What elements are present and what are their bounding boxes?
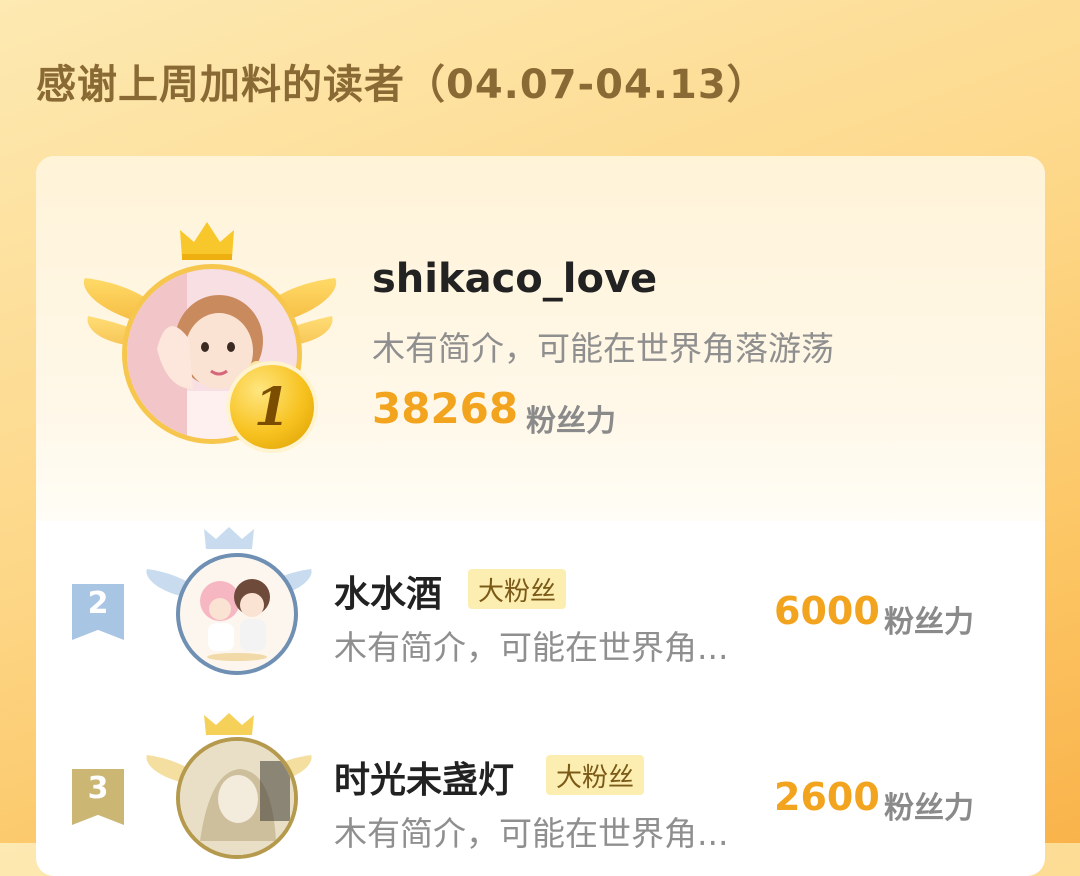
avatar-illustration: [180, 741, 294, 855]
leaderboard-card: 1 shikaco_love 木有简介，可能在世界角落游荡 38268 粉丝力 …: [36, 156, 1045, 876]
page-title: 感谢上周加料的读者（04.07-04.13）: [36, 62, 768, 108]
avatar[interactable]: [176, 553, 298, 675]
crown-icon: [180, 222, 234, 260]
top-reader-name[interactable]: shikaco_love: [372, 256, 657, 302]
list-item[interactable]: 2 水水酒 大粉丝 木有简介，可能在世界角... 6000 粉丝力: [36, 521, 1045, 711]
rank-flag-icon: 2: [72, 584, 124, 640]
top-reader-score: 38268: [372, 384, 519, 433]
status-badge: 大粉丝: [546, 755, 645, 795]
reader-score-unit: 粉丝力: [884, 791, 974, 826]
reader-score-unit: 粉丝力: [884, 605, 974, 640]
reader-score: 6000: [774, 589, 880, 633]
avatar[interactable]: [176, 737, 298, 859]
reader-score: 2600: [774, 775, 880, 819]
avatar-illustration: [200, 579, 270, 661]
list-item[interactable]: 3 时光未盏灯 大粉丝 木有简介，可能在世界角... 2600 粉丝力: [36, 711, 1045, 876]
top-reader-bio: 木有简介，可能在世界角落游荡: [372, 329, 834, 368]
top-reader-panel[interactable]: 1 shikaco_love 木有简介，可能在世界角落游荡 38268 粉丝力: [36, 156, 1045, 521]
reader-name[interactable]: 时光未盏灯: [334, 751, 514, 803]
reader-bio: 木有简介，可能在世界角...: [334, 814, 729, 853]
reader-name[interactable]: 水水酒: [334, 565, 442, 617]
reader-bio: 木有简介，可能在世界角...: [334, 628, 729, 667]
rank-flag-icon: 3: [72, 769, 124, 825]
top-reader-score-unit: 粉丝力: [526, 404, 616, 439]
rank-medal-icon: 1: [230, 365, 314, 449]
status-badge: 大粉丝: [468, 569, 567, 609]
